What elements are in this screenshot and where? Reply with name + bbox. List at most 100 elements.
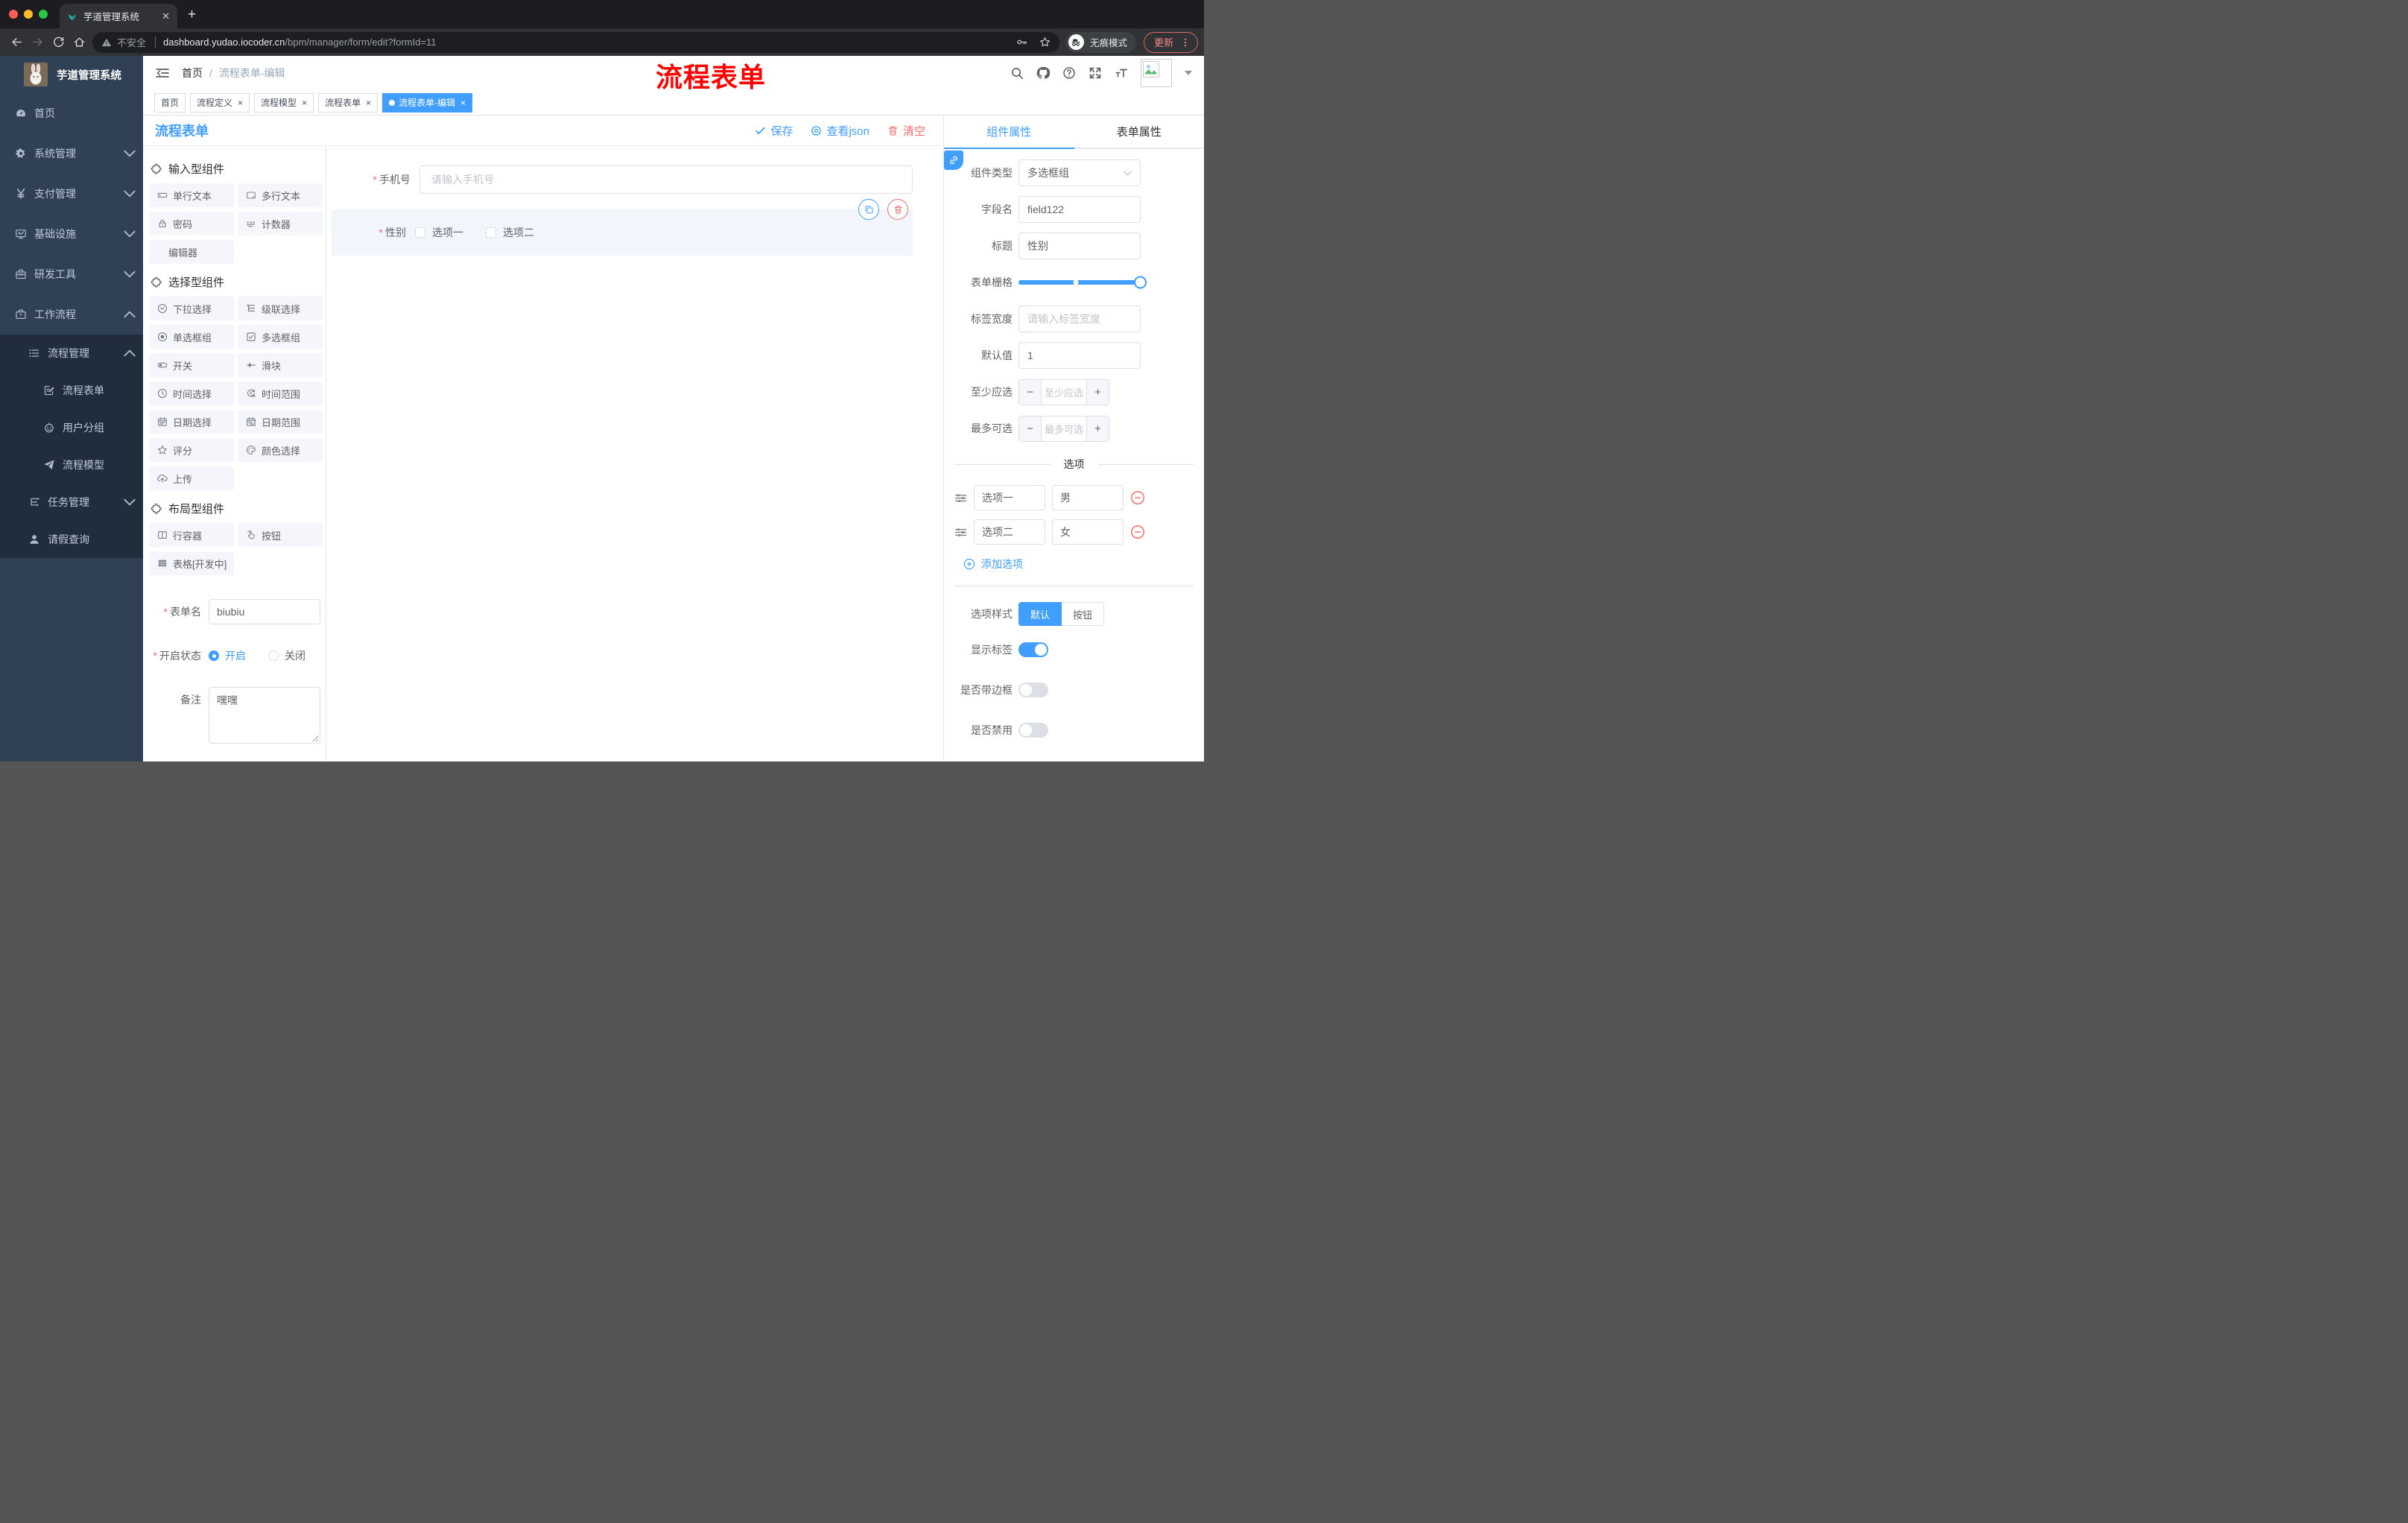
component-级联选择[interactable]: 级联选择 (238, 297, 323, 320)
component-开关[interactable]: 开关 (149, 353, 234, 377)
sidebar-item-流程管理[interactable]: 流程管理 (0, 335, 143, 372)
breadcrumb-home[interactable]: 首页 (182, 66, 203, 80)
delete-component-button[interactable] (887, 199, 908, 220)
maximize-window-button[interactable] (39, 10, 48, 19)
component-表格[开发中][interactable]: 表格[开发中] (149, 551, 234, 575)
tag-流程表单[interactable]: 流程表单 × (318, 92, 378, 113)
max-select-input[interactable]: 最多可选 (1042, 417, 1086, 441)
kebab-menu-icon[interactable] (1180, 37, 1191, 48)
style-button-button[interactable]: 按钮 (1062, 602, 1105, 626)
sidebar-item-工作流程[interactable]: 工作流程 (0, 294, 143, 335)
status-off-label[interactable]: 关闭 (285, 643, 305, 668)
key-icon[interactable] (1016, 37, 1027, 48)
form-canvas[interactable]: * 手机号 请输入手机号 * 性别 选项一 选项二 (326, 146, 943, 762)
option-label-input[interactable]: 选项一 (974, 485, 1045, 510)
title-input[interactable]: 性别 (1018, 232, 1141, 259)
gender-option-2[interactable]: 选项二 (486, 225, 534, 240)
tab-close-icon[interactable]: ✕ (162, 10, 170, 22)
minimize-window-button[interactable] (24, 10, 33, 19)
toggle-switch[interactable] (1018, 723, 1048, 738)
update-button[interactable]: 更新 (1143, 31, 1198, 53)
sidebar-item-流程模型[interactable]: 流程模型 (0, 446, 143, 484)
toggle-switch[interactable] (1018, 642, 1048, 657)
tab-component-props[interactable]: 组件属性 (944, 115, 1074, 149)
remove-option-icon[interactable] (1130, 525, 1145, 539)
close-icon[interactable]: × (302, 98, 307, 108)
component-多行文本[interactable]: 多行文本 (238, 183, 323, 207)
sidebar-item-首页[interactable]: 首页 (0, 93, 143, 133)
view-json-button[interactable]: 查看json (811, 123, 869, 139)
toggle-switch[interactable] (1018, 683, 1048, 697)
address-bar[interactable]: 不安全 dashboard.yudao.iocoder.cn/bpm/manag… (92, 31, 1059, 53)
hamburger-icon[interactable] (155, 66, 170, 80)
component-时间选择[interactable]: 时间选择 (149, 381, 234, 405)
component-密码[interactable]: 密码 (149, 212, 234, 235)
sidebar-logo[interactable]: 芋道管理系统 (0, 56, 143, 93)
home-icon[interactable] (69, 32, 89, 53)
drag-handle-icon[interactable] (954, 526, 967, 539)
close-icon[interactable]: × (460, 98, 466, 108)
sidebar-item-基础设施[interactable]: 基础设施 (0, 214, 143, 254)
tag-流程模型[interactable]: 流程模型 × (254, 92, 314, 113)
component-日期选择[interactable]: 日期选择 (149, 410, 234, 434)
security-label[interactable]: 不安全 (117, 35, 146, 49)
form-remark-textarea[interactable]: 嘿嘿 (209, 687, 320, 744)
component-下拉选择[interactable]: 下拉选择 (149, 297, 234, 320)
sidebar-item-系统管理[interactable]: 系统管理 (0, 133, 143, 174)
help-icon[interactable] (1062, 66, 1076, 80)
reload-icon[interactable] (48, 32, 69, 53)
component-时间范围[interactable]: 时间范围 (238, 381, 323, 405)
form-name-input[interactable]: biubiu (209, 599, 320, 624)
component-上传[interactable]: 上传 (149, 466, 234, 490)
option-value-input[interactable]: 女 (1052, 519, 1124, 545)
minus-icon[interactable]: − (1019, 379, 1042, 405)
browser-tab[interactable]: 芋道管理系统 ✕ (60, 4, 177, 28)
add-option-button[interactable]: 添加选项 (963, 557, 1204, 571)
tab-form-props[interactable]: 表单属性 (1074, 115, 1204, 149)
checkbox-icon[interactable] (486, 227, 496, 238)
link-icon[interactable] (944, 151, 963, 170)
phone-field-input[interactable]: 请输入手机号 (419, 165, 913, 194)
bookmark-star-icon[interactable] (1039, 37, 1051, 48)
forward-icon[interactable] (27, 32, 48, 53)
component-多选框组[interactable]: 多选框组 (238, 325, 323, 349)
phone-field-row[interactable]: * 手机号 请输入手机号 (332, 165, 913, 194)
component-type-select[interactable]: 多选框组 (1018, 159, 1141, 186)
copy-component-button[interactable] (858, 199, 879, 220)
search-icon[interactable] (1010, 66, 1024, 80)
radio-off-icon[interactable] (268, 650, 279, 661)
font-size-icon[interactable] (1115, 66, 1128, 80)
label-width-input[interactable]: 请输入标签宽度 (1018, 305, 1141, 332)
grid-slider[interactable] (1018, 269, 1147, 296)
back-icon[interactable] (6, 32, 27, 53)
sidebar-item-任务管理[interactable]: 任务管理 (0, 484, 143, 521)
min-select-input[interactable]: 至少应选 (1042, 380, 1086, 405)
close-icon[interactable]: × (366, 98, 371, 108)
fullscreen-icon[interactable] (1089, 66, 1102, 80)
component-单行文本[interactable]: 单行文本 (149, 183, 234, 207)
tag-流程定义[interactable]: 流程定义 × (190, 92, 250, 113)
gender-option-1[interactable]: 选项一 (415, 225, 463, 240)
component-滑块[interactable]: 滑块 (238, 353, 323, 377)
field-name-input[interactable]: field122 (1018, 196, 1141, 223)
plus-icon[interactable]: + (1086, 416, 1109, 441)
option-label-input[interactable]: 选项二 (974, 519, 1045, 545)
clear-button[interactable]: 清空 (887, 123, 925, 139)
tag-首页[interactable]: 首页 (154, 92, 186, 113)
gender-field-block[interactable]: * 性别 选项一 选项二 (332, 199, 913, 256)
checkbox-icon[interactable] (415, 227, 425, 238)
remove-option-icon[interactable] (1130, 490, 1145, 505)
radio-on-icon[interactable] (209, 650, 219, 661)
component-计数器[interactable]: 123 计数器 (238, 212, 323, 235)
style-default-button[interactable]: 默认 (1018, 602, 1062, 626)
tag-流程表单-编辑[interactable]: 流程表单-编辑 × (382, 92, 473, 113)
component-评分[interactable]: 评分 (149, 438, 234, 462)
sidebar-item-用户分组[interactable]: 用户分组 (0, 409, 143, 446)
sidebar-item-请假查询[interactable]: 请假查询 (0, 521, 143, 558)
component-行容器[interactable]: 行容器 (149, 523, 234, 547)
new-tab-button[interactable]: + (188, 7, 196, 23)
sidebar-item-流程表单[interactable]: 流程表单 (0, 372, 143, 409)
sidebar-item-研发工具[interactable]: 研发工具 (0, 254, 143, 294)
resize-grip-icon[interactable] (311, 734, 318, 741)
component-颜色选择[interactable]: 颜色选择 (238, 438, 323, 462)
